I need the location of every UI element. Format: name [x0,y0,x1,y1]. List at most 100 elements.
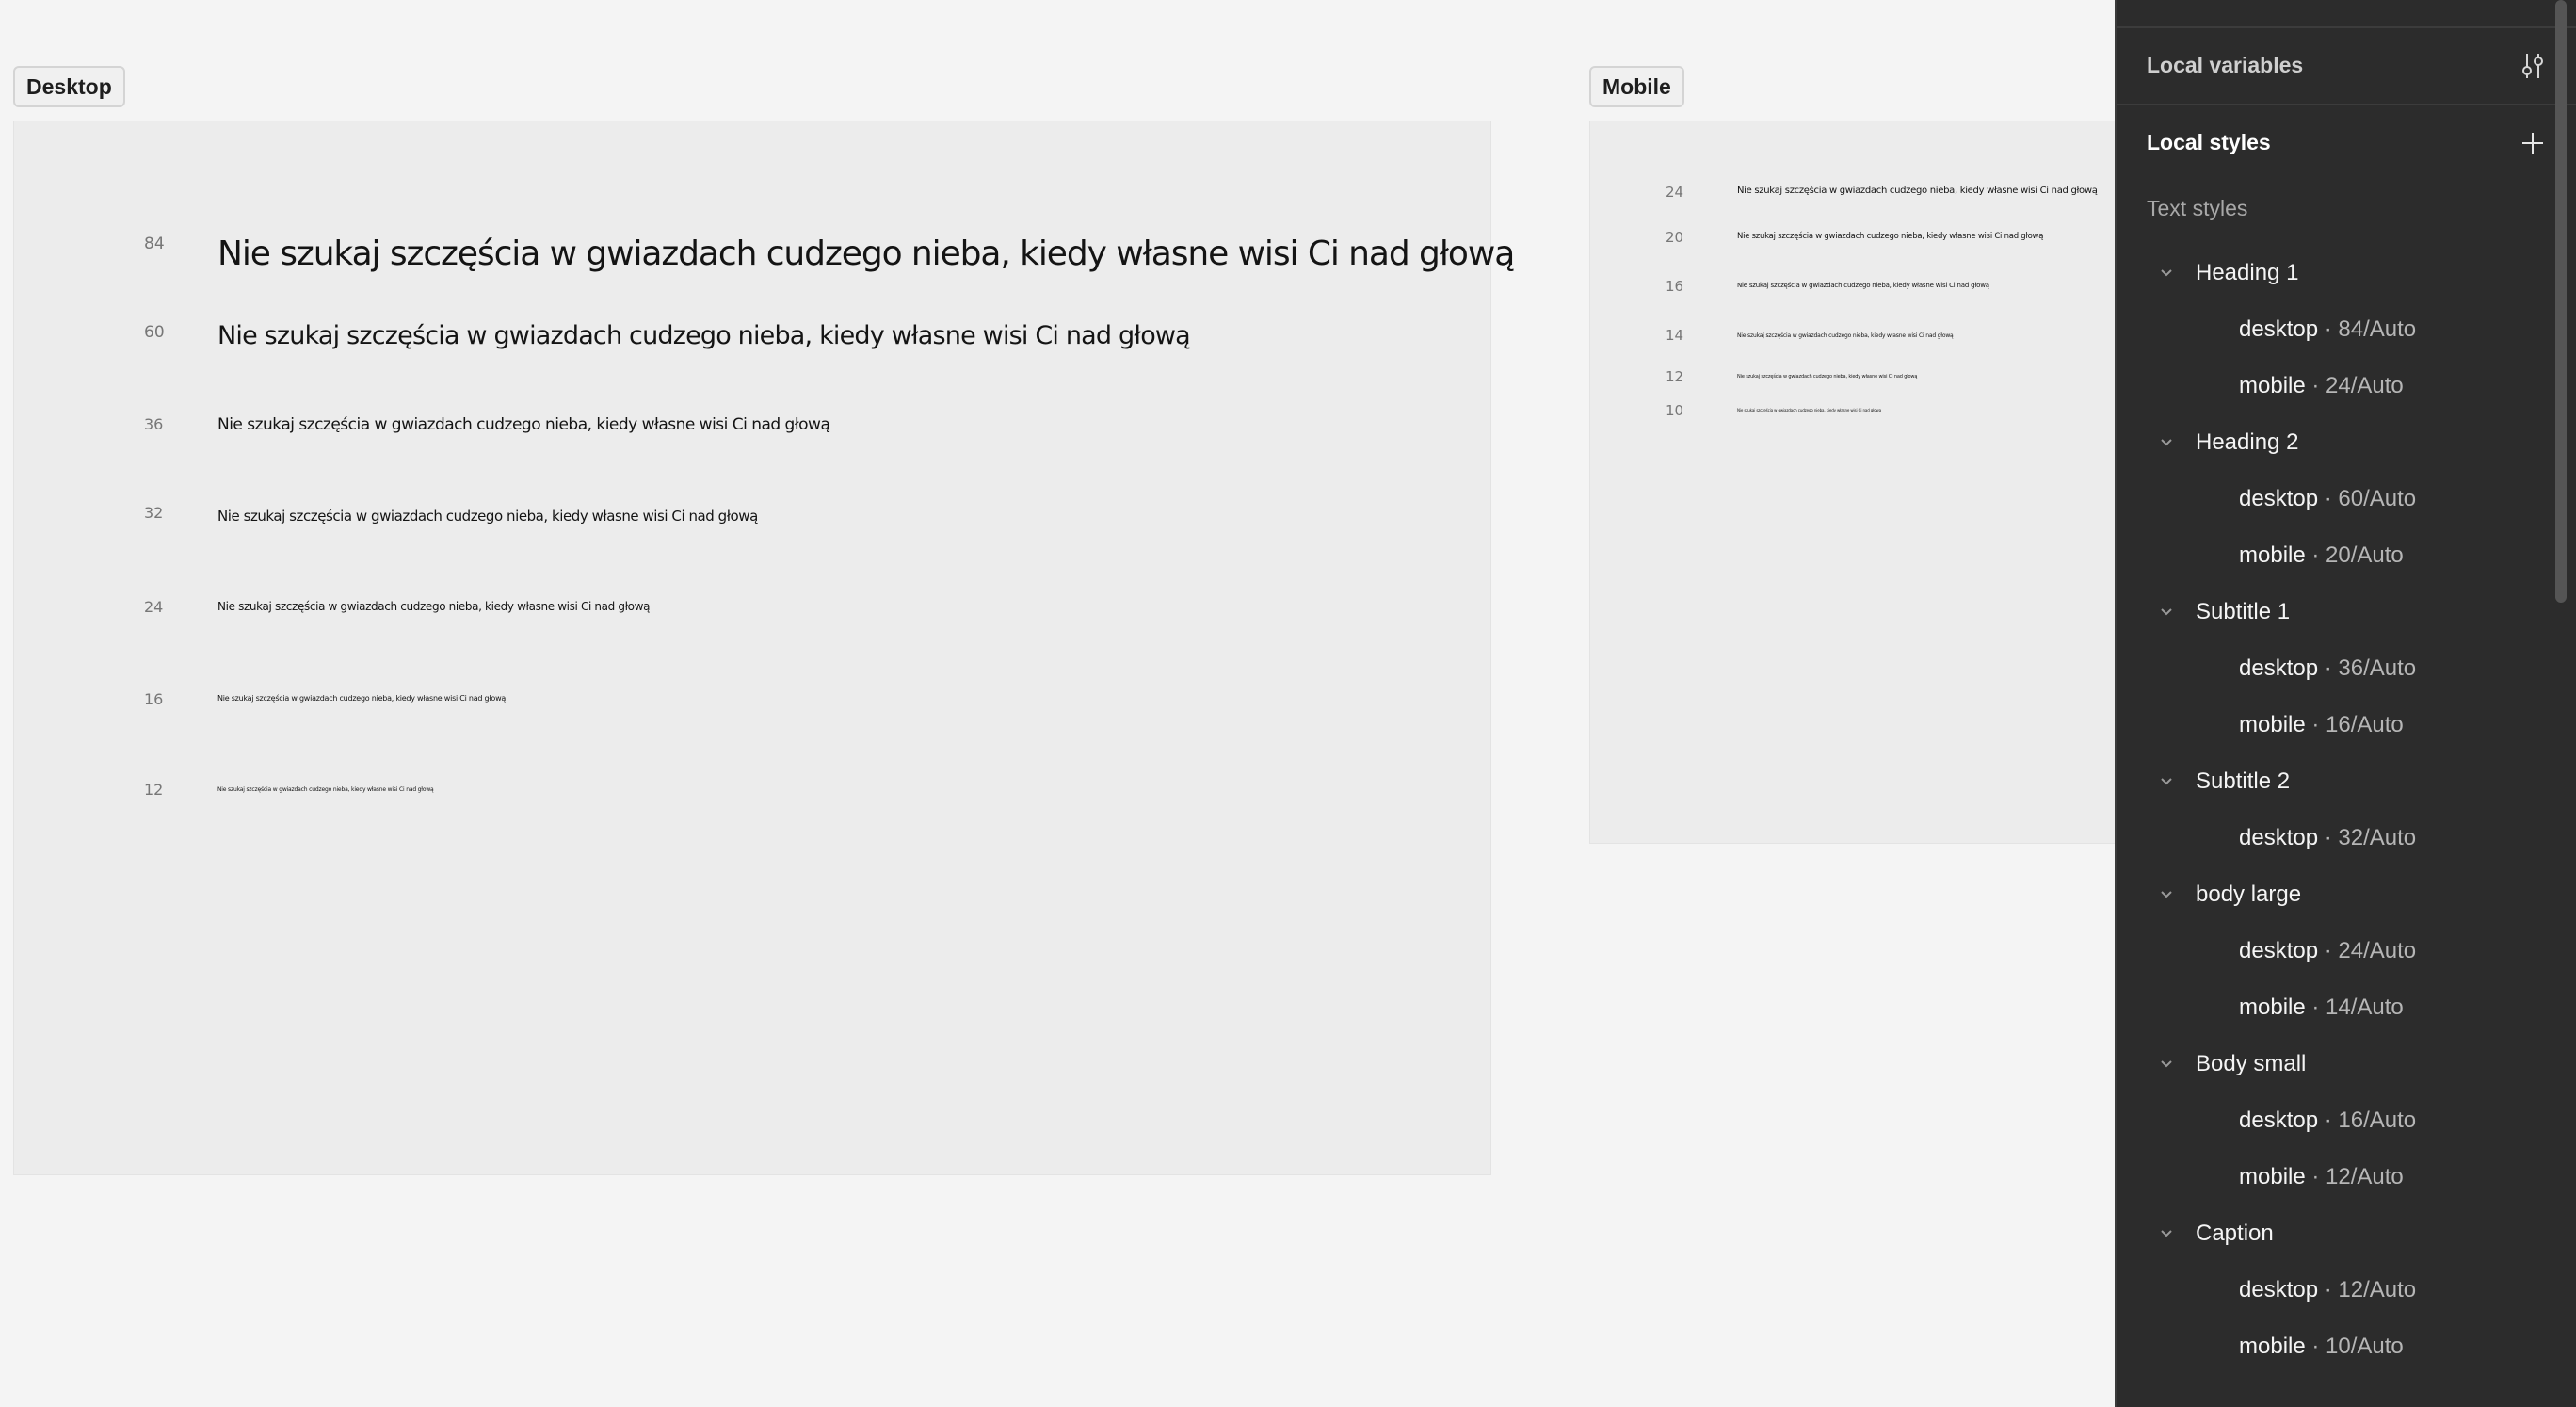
style-item-separator: · [2324,1277,2332,1302]
local-variables-section[interactable]: Local variables [2117,28,2576,105]
style-item-name: desktop [2239,1277,2319,1302]
style-item-text: desktop · 24/Auto [2239,938,2416,964]
style-group-body-large[interactable]: body large [2117,866,2576,923]
sample-text[interactable]: Nie szukaj szczęścia w gwiazdach cudzego… [217,694,506,703]
style-item-value: 36/Auto [2338,655,2417,681]
style-item[interactable]: desktop · 24/Auto [2117,923,2576,979]
style-group-subtitle-2[interactable]: Subtitle 2 [2117,753,2576,810]
desktop-sample-12: 12 Nie szukaj szczęścia w gwiazdach cudz… [14,781,1490,809]
style-item-separator: · [2324,938,2332,963]
style-group-label: Heading 2 [2196,429,2299,455]
style-item[interactable]: desktop · 84/Auto [2117,301,2576,358]
style-group-subtitle-1[interactable]: Subtitle 1 [2117,584,2576,640]
mobile-sample-14: 14 Nie szukaj szczęścia w gwiazdach cudz… [1590,327,2116,349]
style-item-name: desktop [2239,825,2319,850]
sample-text[interactable]: Nie szukaj szczęścia w gwiazdach cudzego… [1737,232,2043,241]
sample-text[interactable]: Nie szukaj szczęścia w gwiazdach cudzego… [1737,408,1881,412]
sample-text[interactable]: Nie szukaj szczęścia w gwiazdach cudzego… [217,234,1515,273]
style-group-heading-1[interactable]: Heading 1 [2117,245,2576,301]
style-item[interactable]: mobile · 20/Auto [2117,527,2576,584]
style-item[interactable]: mobile · 14/Auto [2117,979,2576,1036]
style-group-heading-2[interactable]: Heading 2 [2117,414,2576,471]
style-item-name: mobile [2239,1334,2306,1359]
style-item[interactable]: desktop · 36/Auto [2117,640,2576,697]
sample-text[interactable]: Nie szukaj szczęścia w gwiazdach cudzego… [217,321,1191,350]
desktop-sample-16: 16 Nie szukaj szczęścia w gwiazdach cudz… [14,690,1490,719]
style-item[interactable]: desktop · 16/Auto [2117,1092,2576,1149]
mobile-frame-label[interactable]: Mobile [1589,66,1684,107]
desktop-sample-84: 84 Nie szukaj szczęścia w gwiazdach cudz… [14,216,1515,291]
style-item-value: 20/Auto [2326,542,2404,568]
style-item-name: desktop [2239,316,2319,342]
style-item-value: 10/Auto [2326,1334,2404,1359]
style-item-separator: · [2311,542,2320,568]
sample-text[interactable]: Nie szukaj szczęścia w gwiazdach cudzego… [1737,282,1989,289]
style-group-label: body large [2196,881,2302,907]
style-item-name: mobile [2239,542,2306,568]
style-item[interactable]: desktop · 12/Auto [2117,1262,2576,1318]
style-item[interactable]: mobile · 24/Auto [2117,358,2576,414]
chevron-down-icon[interactable] [2158,773,2175,790]
style-group-body-small[interactable]: Body small [2117,1036,2576,1092]
style-item-text: desktop · 84/Auto [2239,316,2416,343]
style-item-name: desktop [2239,486,2319,511]
sliders-icon[interactable] [2516,49,2550,83]
style-item-name: desktop [2239,938,2319,963]
sample-size-label: 20 [1666,229,1684,246]
style-item-separator: · [2324,486,2332,511]
style-item[interactable]: mobile · 12/Auto [2117,1149,2576,1205]
desktop-sample-60: 60 Nie szukaj szczęścia w gwiazdach cudz… [14,319,1490,376]
mobile-sample-24: 24 Nie szukaj szczęścia w gwiazdach cudz… [1590,184,2116,206]
style-item-separator: · [2324,655,2332,681]
desktop-frame[interactable]: 84 Nie szukaj szczęścia w gwiazdach cudz… [13,121,1515,1175]
chevron-down-icon[interactable] [2158,886,2175,903]
sample-text[interactable]: Nie szukaj szczęścia w gwiazdach cudzego… [217,415,830,434]
panel-scrollbar[interactable] [2555,0,2567,603]
style-item-value: 32/Auto [2338,825,2417,850]
chevron-down-icon[interactable] [2158,434,2175,451]
style-item[interactable]: desktop · 60/Auto [2117,471,2576,527]
desktop-sample-24: 24 Nie szukaj szczęścia w gwiazdach cudz… [14,598,1490,626]
sample-text[interactable]: Nie szukaj szczęścia w gwiazdach cudzego… [1737,332,1954,339]
sample-size-label: 60 [144,323,165,342]
chevron-down-icon[interactable] [2158,265,2175,282]
mobile-frame[interactable]: 24 Nie szukaj szczęścia w gwiazdach cudz… [1589,121,2117,844]
chevron-down-icon[interactable] [2158,1225,2175,1242]
sample-size-label: 12 [1666,368,1684,385]
desktop-sample-36: 36 Nie szukaj szczęścia w gwiazdach cudz… [14,413,1490,451]
style-item-separator: · [2311,995,2320,1020]
style-item-separator: · [2324,825,2332,850]
style-item-name: mobile [2239,995,2306,1020]
mobile-sample-16: 16 Nie szukaj szczęścia w gwiazdach cudz… [1590,276,2116,299]
style-item-value: 14/Auto [2326,995,2404,1020]
style-item-value: 24/Auto [2338,938,2417,963]
style-item[interactable]: mobile · 10/Auto [2117,1318,2576,1375]
style-item-text: mobile · 12/Auto [2239,1164,2404,1190]
style-item-text: desktop · 36/Auto [2239,655,2416,682]
plus-icon[interactable] [2516,126,2550,160]
desktop-frame-label[interactable]: Desktop [13,66,125,107]
chevron-down-icon[interactable] [2158,1056,2175,1073]
style-item-value: 12/Auto [2338,1277,2417,1302]
sample-size-label: 14 [1666,327,1684,344]
style-item-text: desktop · 16/Auto [2239,1108,2416,1134]
style-group-label: Body small [2196,1051,2307,1076]
style-item-value: 84/Auto [2338,316,2417,342]
style-item[interactable]: desktop · 32/Auto [2117,810,2576,866]
sample-text[interactable]: Nie szukaj szczęścia w gwiazdach cudzego… [217,508,758,525]
sample-text[interactable]: Nie szukaj szczęścia w gwiazdach cudzego… [1737,186,2098,196]
style-group-caption[interactable]: Caption [2117,1205,2576,1262]
sample-size-label: 10 [1666,402,1684,419]
mobile-sample-10: 10 Nie szukaj szczęścia w gwiazdach cudz… [1590,400,2116,423]
local-variables-title: Local variables [2147,53,2304,77]
style-group-label: Heading 1 [2196,260,2299,285]
sample-text[interactable]: Nie szukaj szczęścia w gwiazdach cudzego… [217,600,650,613]
style-item-text: mobile · 16/Auto [2239,712,2404,738]
style-item[interactable]: mobile · 16/Auto [2117,697,2576,753]
sample-text[interactable]: Nie szukaj szczęścia w gwiazdach cudzego… [1737,374,1917,380]
chevron-down-icon[interactable] [2158,604,2175,621]
style-item-text: mobile · 20/Auto [2239,542,2404,569]
sample-size-label: 16 [144,690,164,708]
sample-text[interactable]: Nie szukaj szczęścia w gwiazdach cudzego… [217,786,434,793]
style-item-text: mobile · 24/Auto [2239,373,2404,399]
